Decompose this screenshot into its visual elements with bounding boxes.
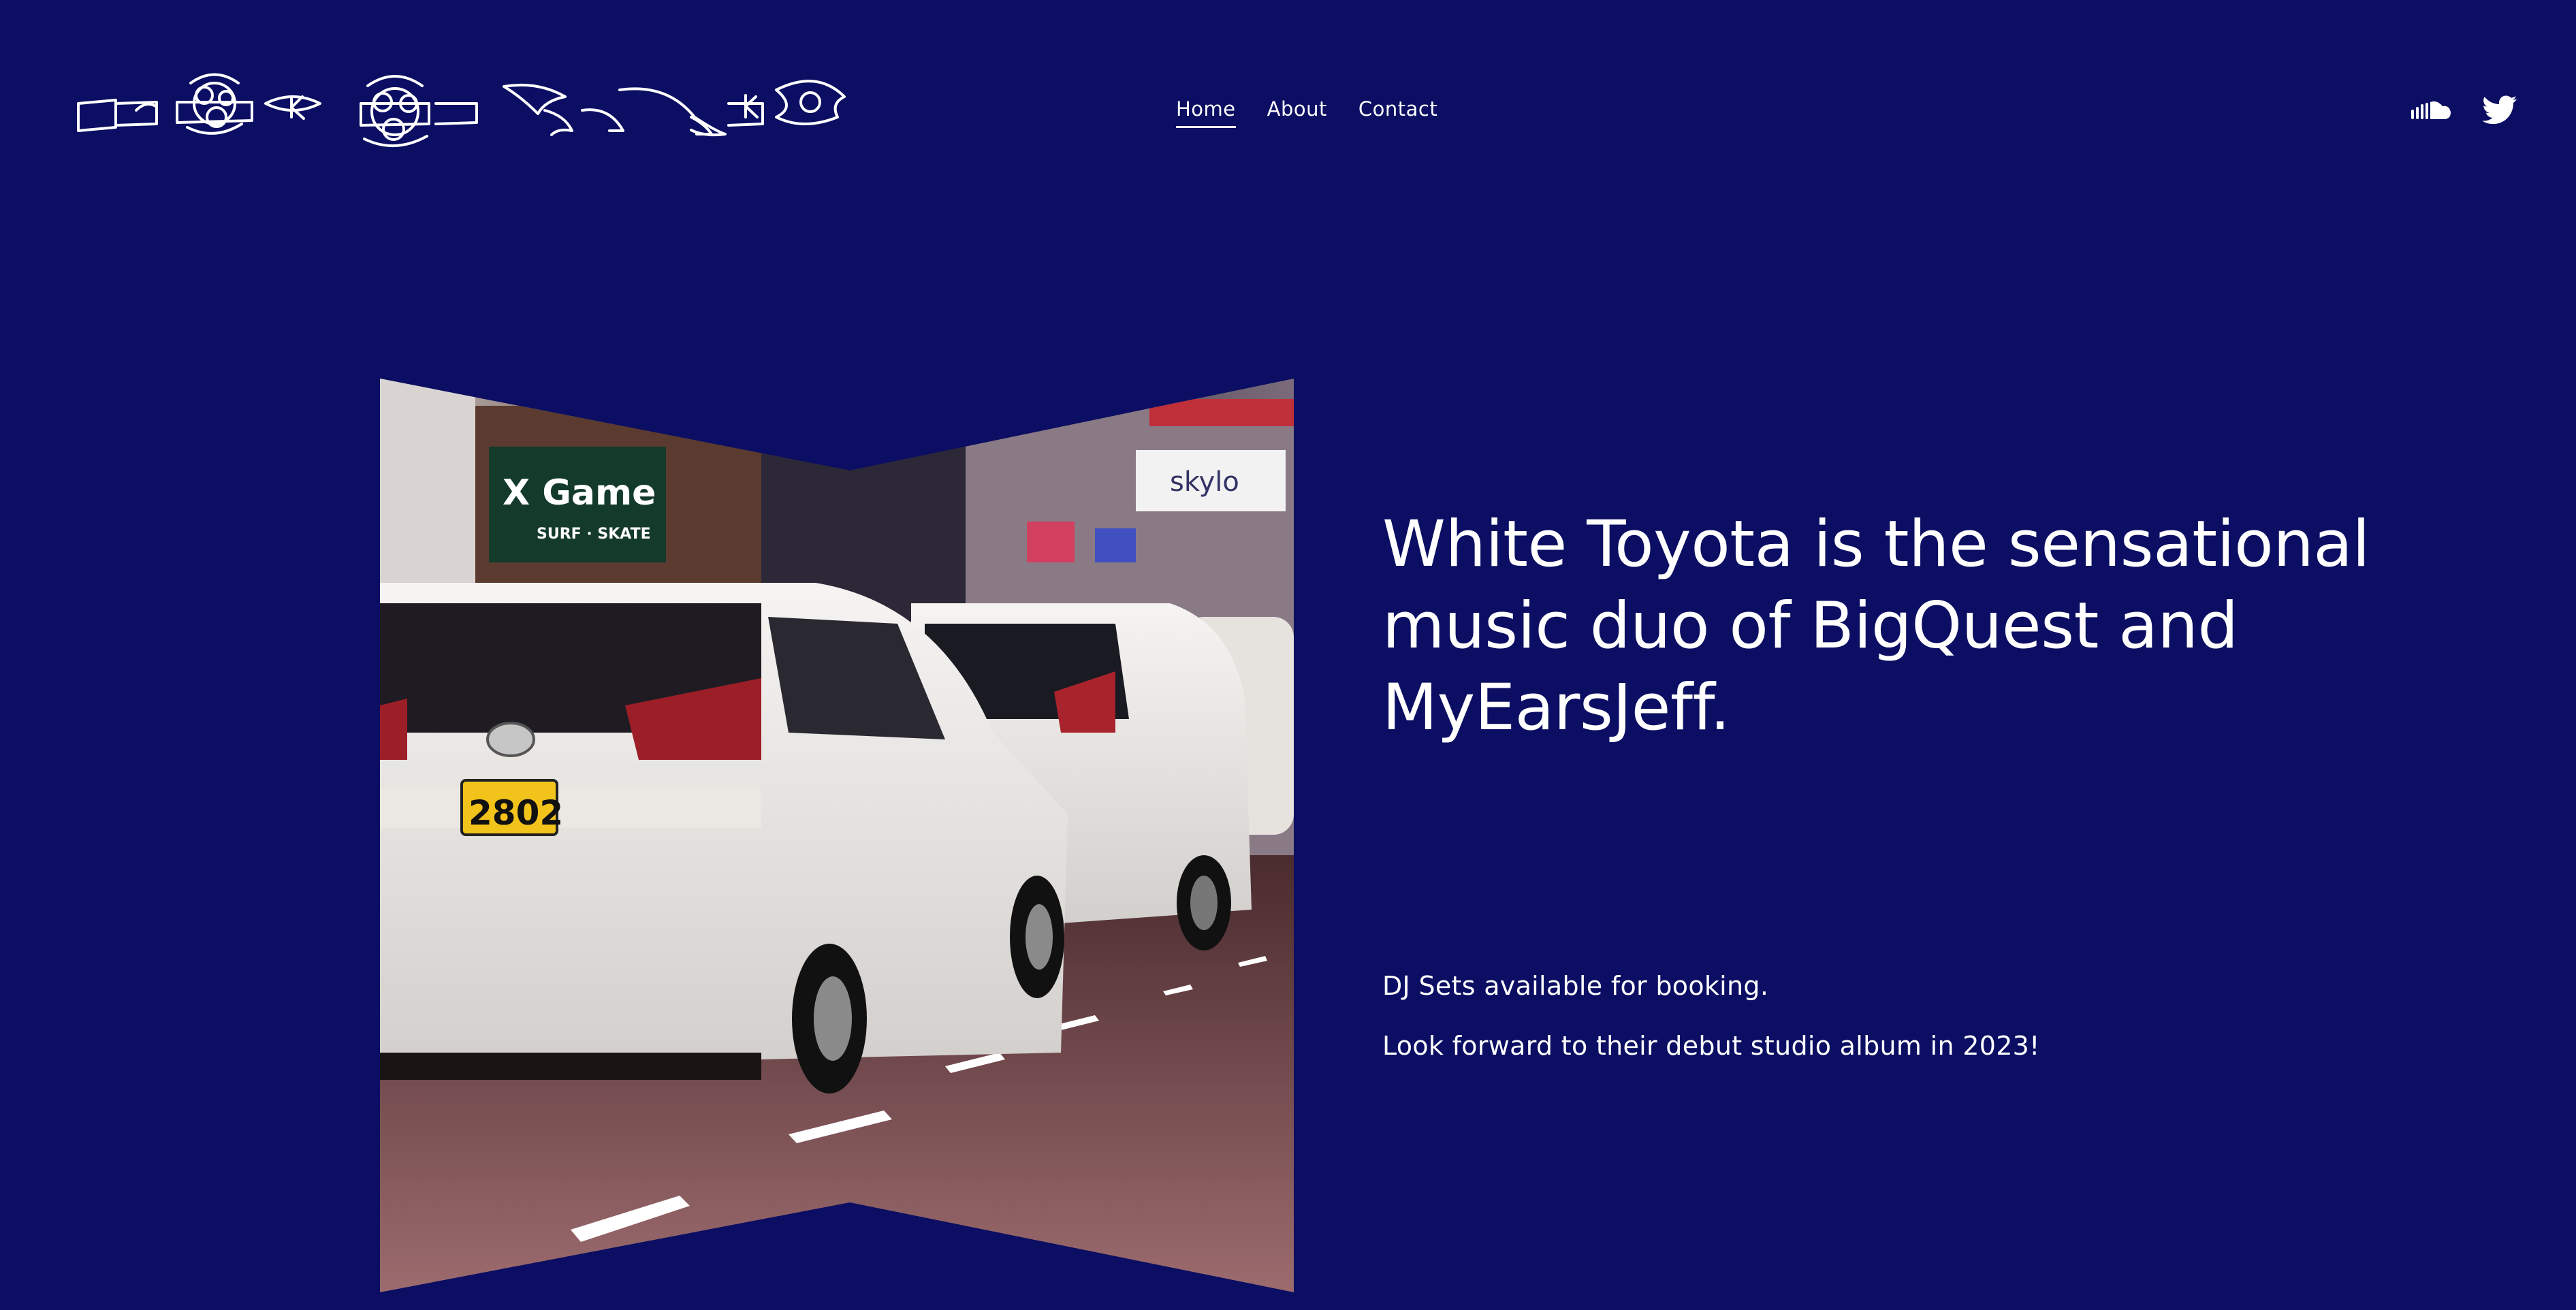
social-links bbox=[2411, 95, 2517, 128]
nav-home-link[interactable]: Home bbox=[1176, 97, 1236, 128]
nav-about-link[interactable]: About bbox=[1267, 97, 1327, 126]
sign-surf-text: SURF · SKATE bbox=[537, 526, 651, 543]
hero-booking-text: DJ Sets available for booking. bbox=[1382, 971, 1769, 1001]
hero-headline: White Toyota is the sensational music du… bbox=[1382, 507, 2370, 745]
main-nav: Home About Contact bbox=[1176, 97, 1437, 128]
site-header: Home About Contact bbox=[0, 0, 2576, 225]
sign-xgame-text: X Game bbox=[503, 473, 656, 513]
license-plate-text: 2802 bbox=[468, 793, 563, 833]
hero-image: X Game SURF · SKATE skylo 2802 bbox=[380, 379, 1294, 1292]
nav-contact-link[interactable]: Contact bbox=[1358, 97, 1437, 126]
sign-sky-text: skylo bbox=[1170, 466, 1239, 498]
ornamental-banner-logo-icon bbox=[77, 73, 846, 147]
hero-album-text: Look forward to their debut studio album… bbox=[1382, 1031, 2040, 1061]
soundcloud-icon[interactable] bbox=[2411, 100, 2451, 123]
site-logo[interactable] bbox=[75, 63, 858, 165]
twitter-icon[interactable] bbox=[2482, 95, 2517, 128]
